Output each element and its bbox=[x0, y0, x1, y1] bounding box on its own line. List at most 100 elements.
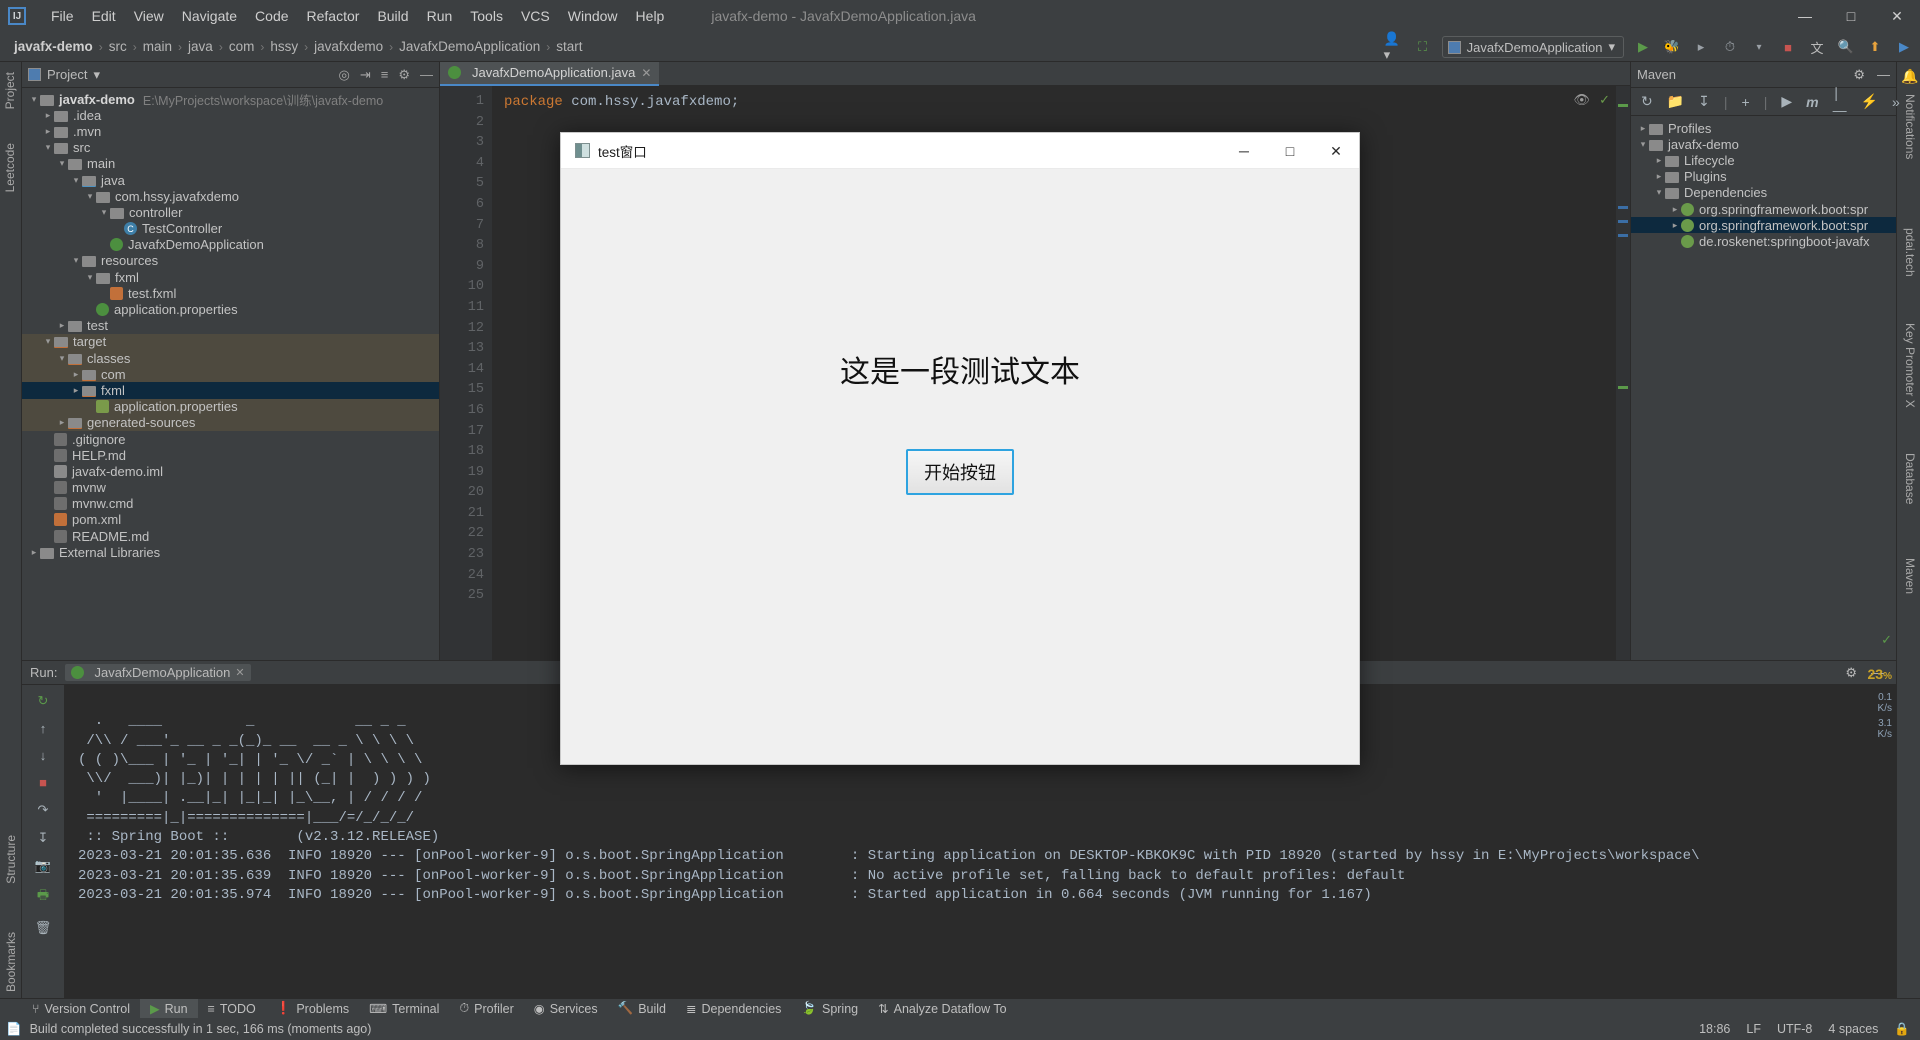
hide-icon[interactable]: — bbox=[420, 67, 433, 83]
rail-item-structure[interactable]: Structure bbox=[1, 829, 21, 890]
chevron-down-icon[interactable]: ▾ bbox=[1637, 139, 1649, 150]
chevron-right-icon[interactable]: ▸ bbox=[1669, 204, 1681, 215]
run-configuration-selector[interactable]: JavafxDemoApplication ▾ bbox=[1441, 36, 1624, 58]
rail-item-pdai[interactable]: pdai.tech bbox=[1900, 222, 1920, 283]
breadcrumb-item-javafx-demo[interactable]: javafx-demo bbox=[10, 38, 97, 55]
tree-row[interactable]: ▸ .idea bbox=[22, 107, 439, 123]
dialog-title-bar[interactable]: test窗口 ─ □ ✕ bbox=[561, 133, 1359, 169]
chevron-down-icon[interactable]: ▾ bbox=[84, 191, 96, 202]
tree-row[interactable]: ▾ src bbox=[22, 140, 439, 156]
collapse-all-icon[interactable]: ⇥ bbox=[360, 67, 371, 83]
chevron-down-icon[interactable]: ▾ bbox=[1749, 37, 1769, 57]
menu-item-window[interactable]: Window bbox=[559, 6, 627, 26]
execute-icon[interactable]: ⚡ bbox=[1861, 93, 1878, 110]
close-icon[interactable]: ✕ bbox=[235, 666, 244, 679]
editor-tab-javafxdemoapplication[interactable]: JavafxDemoApplication.java ✕ bbox=[440, 61, 660, 86]
breadcrumb-item-main[interactable]: main bbox=[139, 38, 176, 55]
chevron-down-icon[interactable]: ▾ bbox=[93, 67, 100, 83]
gear-icon[interactable]: ⚙ bbox=[1845, 665, 1857, 681]
scroll-down-icon[interactable]: ↓ bbox=[40, 748, 47, 763]
maven-tree-row[interactable]: ▸ org.springframework.boot:spr bbox=[1631, 201, 1896, 217]
menu-item-vcs[interactable]: VCS bbox=[512, 6, 559, 26]
chevron-right-icon[interactable]: ▸ bbox=[28, 547, 40, 558]
tree-row[interactable]: mvnw bbox=[22, 480, 439, 496]
print-icon[interactable]: 🖶 bbox=[37, 886, 49, 908]
indent-setting[interactable]: 4 spaces bbox=[1828, 1022, 1878, 1036]
tree-row[interactable]: ▾ javafx-demo E:\MyProjects\workspace\训练\j… bbox=[22, 91, 439, 108]
chevron-down-icon[interactable]: ▾ bbox=[70, 175, 82, 186]
tree-row[interactable]: ▾ com.hssy.javafxdemo bbox=[22, 188, 439, 204]
rail-item-project[interactable]: Project bbox=[0, 66, 20, 115]
tree-row[interactable]: ▾ controller bbox=[22, 204, 439, 220]
inspection-ok-icon[interactable]: ✓ bbox=[1599, 92, 1610, 108]
debug-icon[interactable]: 🐝 bbox=[1662, 37, 1682, 57]
tree-row[interactable]: .gitignore bbox=[22, 431, 439, 447]
tool-window-build[interactable]: 🔨 Build bbox=[608, 999, 676, 1019]
more-icon[interactable]: » bbox=[1892, 94, 1900, 110]
tool-window-problems[interactable]: ❗ Problems bbox=[266, 999, 359, 1019]
tree-row[interactable]: ▾ classes bbox=[22, 350, 439, 367]
run-coverage-icon[interactable]: ▸ bbox=[1691, 37, 1711, 57]
maven-tree-row[interactable]: ▾ Dependencies bbox=[1631, 185, 1896, 201]
menu-item-build[interactable]: Build bbox=[368, 6, 417, 26]
breadcrumb-item-javafxdemo[interactable]: javafxdemo bbox=[310, 38, 387, 55]
settings-icon[interactable]: ⚙ bbox=[398, 67, 410, 83]
tree-row[interactable]: ▾ java bbox=[22, 172, 439, 188]
chevron-right-icon[interactable]: ▸ bbox=[56, 320, 68, 331]
maven-tree-row[interactable]: ▸ Lifecycle bbox=[1631, 152, 1896, 168]
dialog-close-button[interactable]: ✕ bbox=[1313, 133, 1359, 169]
chevron-right-icon[interactable]: ▸ bbox=[1653, 155, 1665, 166]
scroll-up-icon[interactable]: ↑ bbox=[40, 721, 47, 736]
chevron-right-icon[interactable]: ▸ bbox=[1637, 123, 1649, 134]
tree-row[interactable]: ▸ test bbox=[22, 318, 439, 334]
tool-window-services[interactable]: ◉ Services bbox=[524, 999, 608, 1019]
menu-item-view[interactable]: View bbox=[125, 6, 173, 26]
chevron-right-icon[interactable]: ▸ bbox=[1653, 171, 1665, 182]
tree-row[interactable]: pom.xml bbox=[22, 512, 439, 528]
add-icon[interactable]: + bbox=[1742, 94, 1750, 110]
chevron-right-icon[interactable]: ▸ bbox=[42, 110, 54, 121]
tree-row[interactable]: test.fxml bbox=[22, 285, 439, 301]
trash-icon[interactable]: 🗑 bbox=[35, 920, 52, 936]
m-icon[interactable]: m bbox=[1806, 94, 1818, 110]
dialog-maximize-button[interactable]: □ bbox=[1267, 133, 1313, 169]
run-icon[interactable]: ▶ bbox=[1633, 37, 1653, 57]
menu-item-tools[interactable]: Tools bbox=[461, 6, 512, 26]
close-icon[interactable]: ✕ bbox=[641, 66, 651, 80]
tool-window-version-control[interactable]: ⑂ Version Control bbox=[22, 999, 140, 1019]
line-separator[interactable]: LF bbox=[1746, 1022, 1761, 1036]
chevron-down-icon[interactable]: ▾ bbox=[84, 272, 96, 283]
maximize-button[interactable]: □ bbox=[1828, 0, 1874, 32]
maven-tree-row[interactable]: ▸ Profiles bbox=[1631, 120, 1896, 136]
breadcrumb-item-java[interactable]: java bbox=[184, 38, 217, 55]
run-icon[interactable]: ▶ bbox=[1781, 93, 1792, 110]
chevron-down-icon[interactable]: ▾ bbox=[98, 207, 110, 218]
chevron-right-icon[interactable]: ▸ bbox=[42, 126, 54, 137]
tool-window-dependencies[interactable]: ≣ Dependencies bbox=[676, 999, 791, 1019]
rerun-icon[interactable]: ↻ bbox=[38, 693, 49, 709]
tree-row[interactable]: application.properties bbox=[22, 398, 439, 415]
sort-icon[interactable]: ≡ bbox=[381, 67, 389, 83]
chevron-right-icon[interactable]: ▸ bbox=[70, 369, 82, 380]
maven-tree-row[interactable]: de.roskenet:springboot-javafx bbox=[1631, 233, 1896, 249]
locate-icon[interactable]: ◎ bbox=[339, 67, 350, 83]
tree-row[interactable]: application.properties bbox=[22, 301, 439, 317]
tree-row[interactable]: ▾ main bbox=[22, 156, 439, 172]
add-folder-icon[interactable]: 📁 bbox=[1667, 93, 1684, 110]
reload-icon[interactable]: ↻ bbox=[1641, 93, 1653, 110]
stop-icon[interactable]: ■ bbox=[39, 775, 47, 790]
tool-window-todo[interactable]: ≡ TODO bbox=[198, 999, 266, 1019]
chevron-down-icon[interactable]: ▾ bbox=[28, 94, 40, 105]
chevron-down-icon[interactable]: ▾ bbox=[56, 353, 68, 364]
tree-row[interactable]: JavafxDemoApplication bbox=[22, 237, 439, 253]
file-encoding[interactable]: UTF-8 bbox=[1777, 1022, 1812, 1036]
rail-item-database[interactable]: Database bbox=[1900, 447, 1920, 510]
maven-tree-row[interactable]: ▸ org.springframework.boot:spr bbox=[1631, 217, 1896, 234]
profile-icon[interactable]: ⏱ bbox=[1720, 37, 1740, 57]
breadcrumb-item-com[interactable]: com bbox=[225, 38, 259, 55]
chevron-down-icon[interactable]: ▾ bbox=[1653, 187, 1665, 198]
menu-item-edit[interactable]: Edit bbox=[83, 6, 125, 26]
menu-item-refactor[interactable]: Refactor bbox=[298, 6, 369, 26]
tree-row[interactable]: mvnw.cmd bbox=[22, 496, 439, 512]
menu-item-navigate[interactable]: Navigate bbox=[173, 6, 246, 26]
